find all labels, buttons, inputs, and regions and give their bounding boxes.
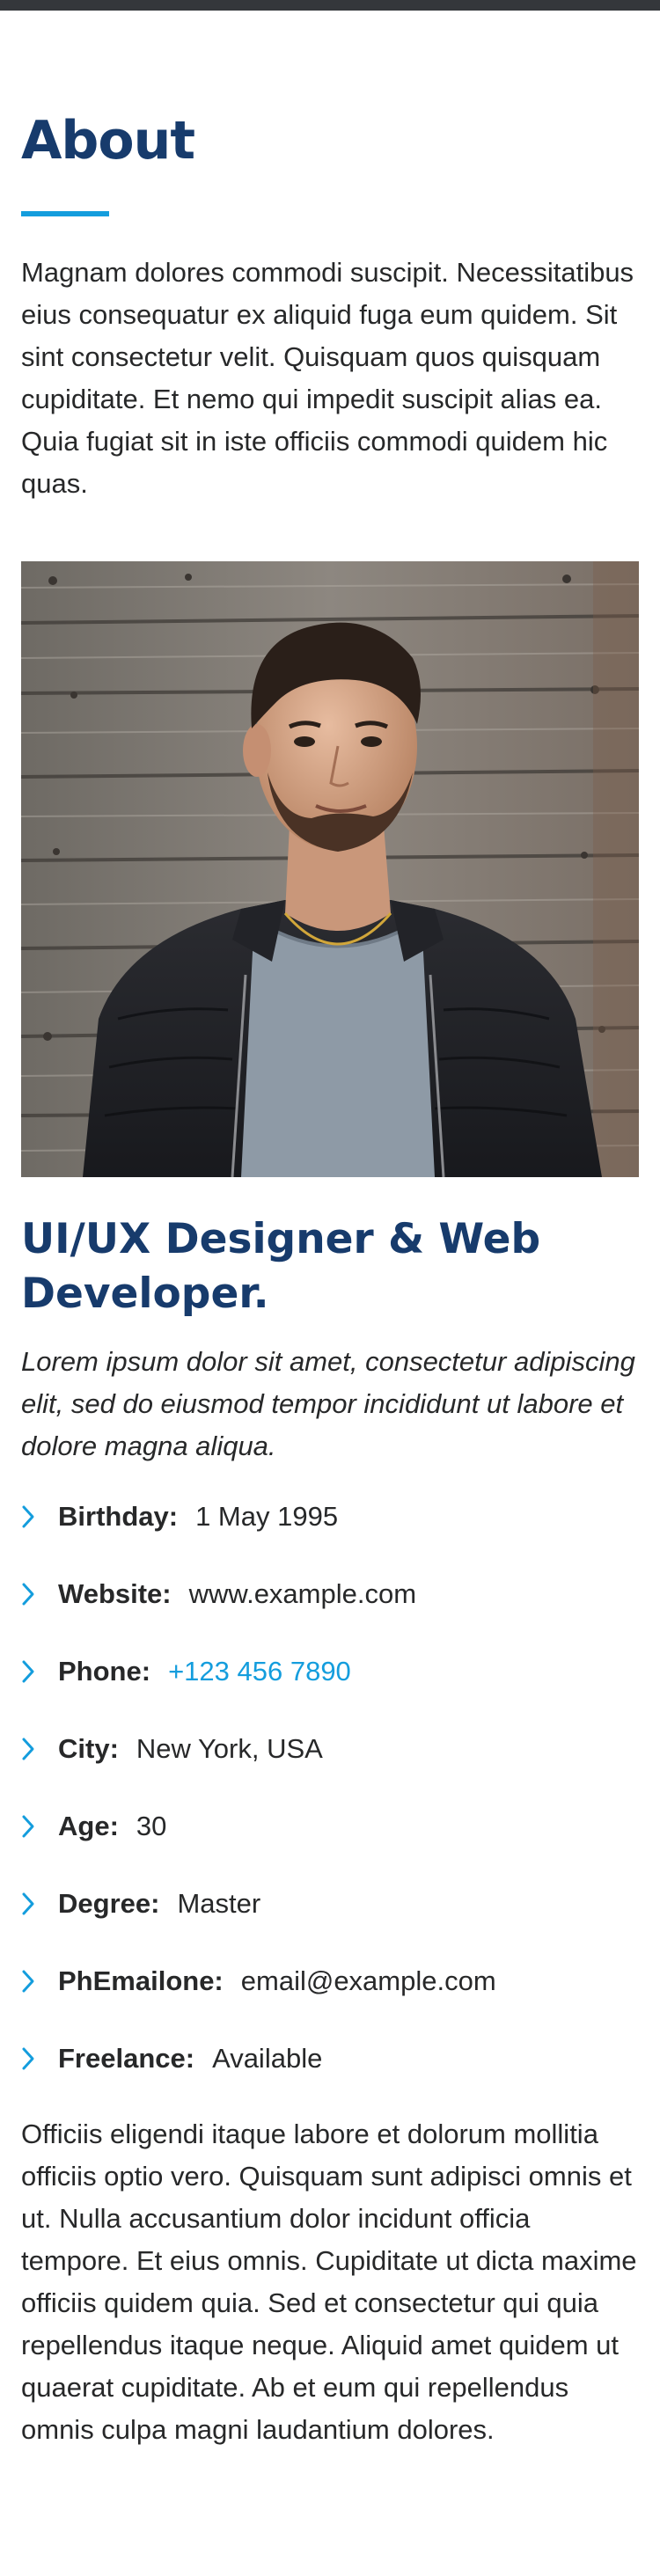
detail-website: Website: www.example.com	[21, 1573, 639, 1650]
detail-label: Birthday:	[58, 1501, 179, 1532]
detail-label: PhEmailone:	[58, 1965, 224, 1996]
role-title: UI/UX Designer & Web Developer.	[21, 1215, 541, 1318]
detail-value: email@example.com	[240, 1965, 496, 1996]
chevron-right-icon	[21, 1960, 58, 2002]
header-bar-edge	[0, 0, 660, 11]
detail-value: 1 May 1995	[195, 1501, 339, 1532]
about-intro: Magnam dolores commodi suscipit. Necessi…	[21, 257, 634, 499]
role-subtitle: Lorem ipsum dolor sit amet, consectetur …	[21, 1346, 635, 1461]
profile-photo	[21, 561, 639, 1177]
detail-email: PhEmailone: email@example.com	[21, 1960, 639, 2038]
detail-label: Freelance:	[58, 2043, 195, 2074]
chevron-right-icon	[21, 1805, 58, 1848]
title-underline	[21, 211, 109, 216]
detail-value: Available	[212, 2043, 323, 2074]
detail-label: City:	[58, 1733, 119, 1764]
detail-freelance: Freelance: Available	[21, 2038, 639, 2115]
detail-age: Age: 30	[21, 1805, 639, 1883]
personal-details-list: Birthday: 1 May 1995 Website: www.exampl…	[21, 1496, 639, 2115]
chevron-right-icon	[21, 1728, 58, 1770]
detail-birthday: Birthday: 1 May 1995	[21, 1496, 639, 1573]
detail-phone: Phone: +123 456 7890	[21, 1650, 639, 1728]
detail-value: www.example.com	[188, 1578, 417, 1609]
detail-degree: Degree: Master	[21, 1883, 639, 1960]
detail-label: Age:	[58, 1811, 119, 1841]
detail-label: Phone:	[58, 1656, 151, 1687]
chevron-right-icon	[21, 2038, 58, 2080]
chevron-right-icon	[21, 1650, 58, 1693]
detail-city: City: New York, USA	[21, 1728, 639, 1805]
detail-value: Master	[177, 1888, 261, 1919]
detail-value: 30	[136, 1811, 167, 1841]
section-title: About	[21, 110, 195, 172]
chevron-right-icon	[21, 1573, 58, 1615]
detail-label: Degree:	[58, 1888, 160, 1919]
about-outro: Officiis eligendi itaque labore et dolor…	[21, 2119, 637, 2445]
chevron-right-icon	[21, 1883, 58, 1925]
phone-link[interactable]: +123 456 7890	[168, 1650, 351, 1693]
detail-label: Website:	[58, 1578, 172, 1609]
detail-value: New York, USA	[136, 1733, 323, 1764]
chevron-right-icon	[21, 1496, 58, 1538]
